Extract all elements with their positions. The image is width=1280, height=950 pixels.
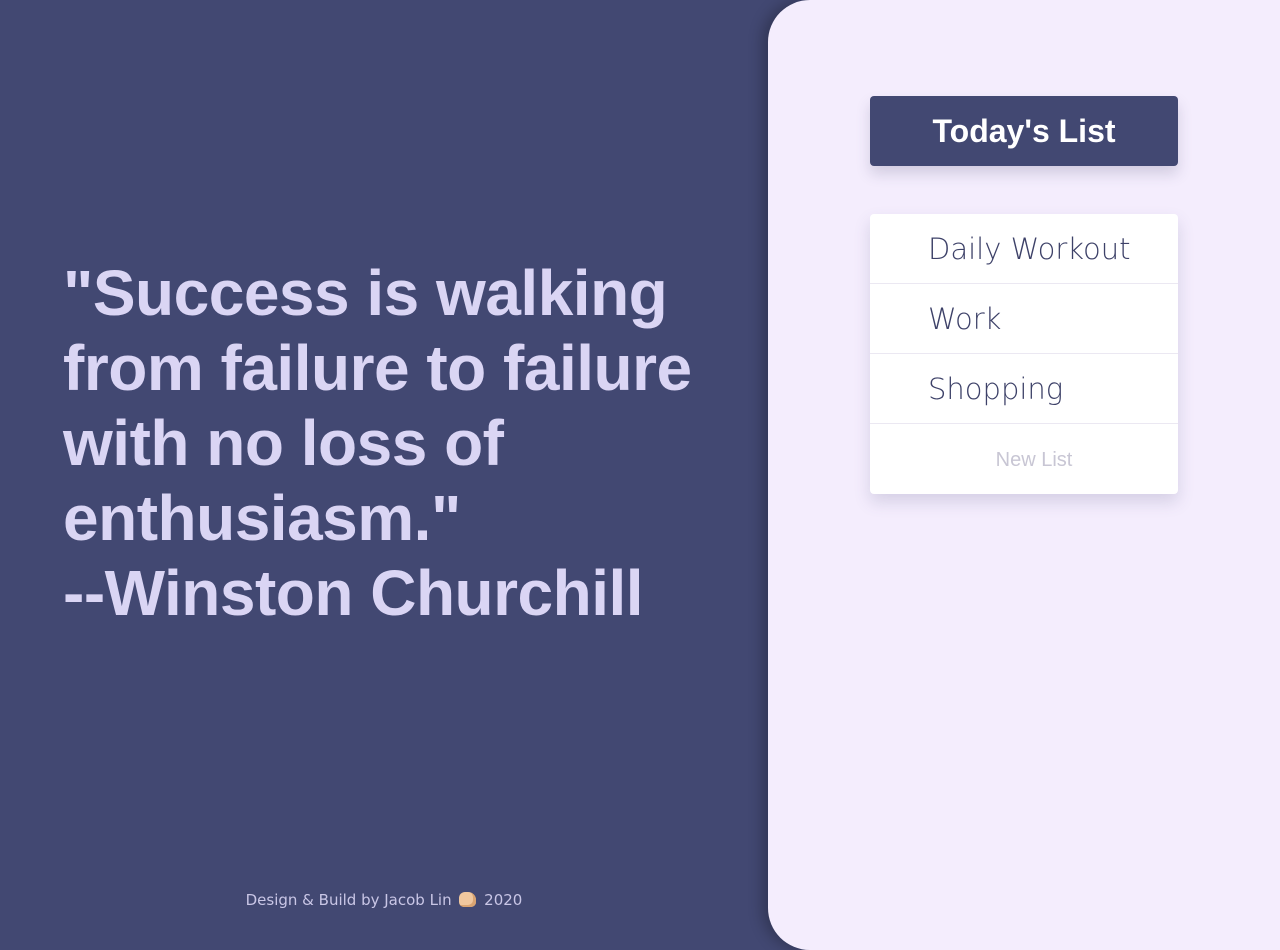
todo-lists-card: Daily Workout Work Shopping New List [870,214,1178,494]
list-item-shopping[interactable]: Shopping [870,354,1178,424]
footer-year: 2020 [484,891,523,909]
quote-line: with no loss of [63,407,504,479]
quote-line: "Success is walking [63,257,668,329]
footer-credit: Design & Build by Jacob Lin 2020 [0,889,768,911]
quote-author: --Winston Churchill [63,557,644,629]
new-list-input[interactable]: New List [870,424,1178,494]
app-page: "Success is walking from failure to fail… [0,0,1280,950]
quote-text: "Success is walking from failure to fail… [63,256,723,631]
todays-list-title: Today's List [870,96,1178,166]
quote-line: from failure to failure [63,332,692,404]
quote-line: enthusiasm." [63,482,461,554]
todo-sidebar: Today's List Daily Workout Work Shopping… [768,0,1280,950]
footer-credit-text: Design & Build by Jacob Lin [245,891,452,909]
fist-bump-icon [459,892,477,907]
quote-panel: "Success is walking from failure to fail… [0,0,768,950]
list-item-work[interactable]: Work [870,284,1178,354]
list-item-daily-workout[interactable]: Daily Workout [870,214,1178,284]
